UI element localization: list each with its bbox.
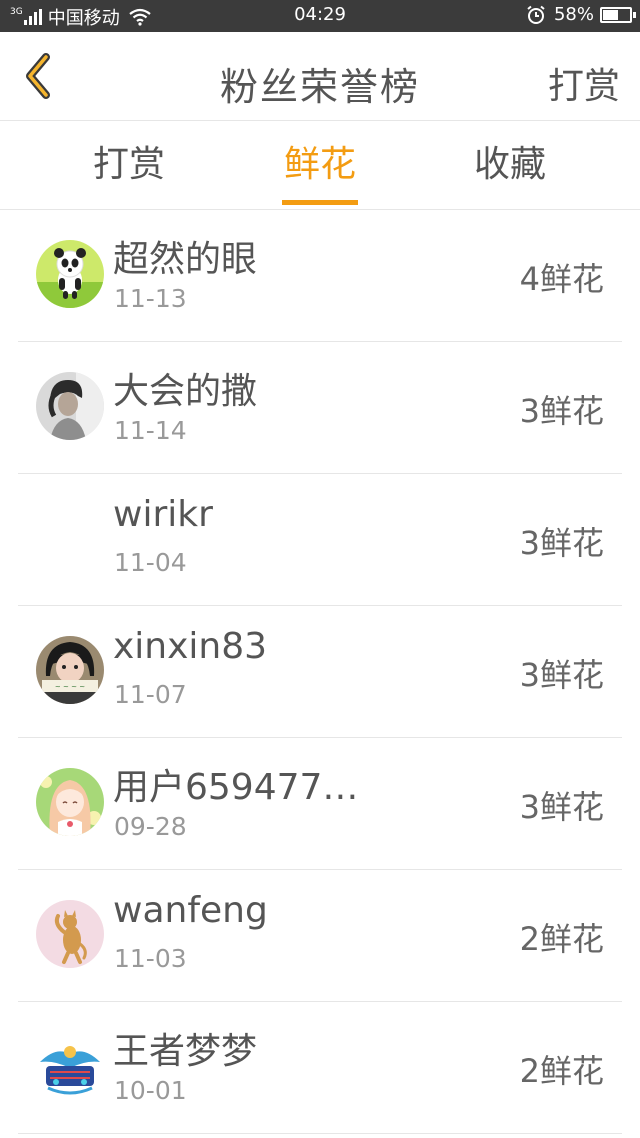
tab-favorites[interactable]: 收藏 [415, 121, 605, 209]
panda-avatar [36, 240, 104, 308]
list-item[interactable]: 王者梦梦 10-01 2鲜花 [18, 1002, 622, 1134]
anime-avatar [36, 768, 104, 836]
gift-date: 11-07 [114, 680, 187, 709]
tab-reward[interactable]: 打赏 [34, 121, 224, 209]
list-item[interactable]: 用户659477… 09-28 3鲜花 [18, 738, 622, 870]
fan-name: xinxin83 [113, 626, 268, 667]
active-tab-indicator [282, 200, 358, 205]
fan-list: 超然的眼 11-13 4鲜花 大会的撒 11-14 3鲜花 wirikr 11-… [0, 210, 640, 1134]
gift-date: 11-03 [114, 944, 187, 973]
svg-text:~ ~ ~ ~: ~ ~ ~ ~ [55, 683, 85, 691]
list-item[interactable]: wanfeng 11-03 2鲜花 [18, 870, 622, 1002]
flower-count: 3鲜花 [519, 392, 604, 430]
battery-percent: 58% [553, 4, 594, 25]
cat-avatar [36, 900, 104, 968]
fan-name: wirikr [113, 494, 213, 535]
battery-icon [600, 6, 636, 23]
fan-name: wanfeng [113, 890, 268, 931]
gift-date: 11-14 [114, 416, 187, 445]
list-item[interactable]: 大会的撒 11-14 3鲜花 [18, 342, 622, 474]
fan-name: 用户659477… [113, 767, 359, 808]
chevron-left-icon [26, 53, 50, 99]
gift-date: 10-01 [114, 1076, 187, 1105]
flower-count: 3鲜花 [519, 524, 604, 562]
flower-count: 3鲜花 [519, 656, 604, 694]
gift-date: 09-28 [114, 812, 187, 841]
page-title: 粉丝荣誉榜 [219, 65, 420, 109]
gift-date: 11-04 [114, 548, 187, 577]
fan-name: 超然的眼 [113, 239, 258, 280]
status-bar: 3G 中国移动 04:29 58% [0, 0, 640, 32]
fan-name: 大会的撒 [113, 371, 258, 412]
girl-avatar: ~ ~ ~ ~ [36, 636, 104, 704]
reward-button[interactable]: 打赏 [548, 57, 620, 109]
alarm-icon [527, 5, 545, 24]
list-item[interactable]: 超然的眼 11-13 4鲜花 [18, 210, 622, 342]
fan-name: 王者梦梦 [113, 1031, 258, 1072]
portrait-avatar [36, 372, 104, 440]
tab-flowers[interactable]: 鲜花 [225, 121, 415, 209]
tab-label: 打赏 [92, 144, 165, 185]
tab-bar: 打赏 鲜花 收藏 [0, 121, 640, 210]
gift-date: 11-13 [114, 284, 187, 313]
tab-label: 收藏 [473, 144, 546, 185]
list-item[interactable]: ~ ~ ~ ~ xinxin83 11-07 3鲜花 [18, 606, 622, 738]
flower-count: 2鲜花 [519, 920, 604, 958]
status-right: 58% [526, 4, 636, 25]
back-button[interactable] [8, 46, 68, 106]
game-avatar [36, 1032, 104, 1100]
flower-count: 4鲜花 [519, 260, 604, 298]
app-header: 粉丝荣誉榜 打赏 [0, 32, 640, 121]
list-item[interactable]: wirikr 11-04 3鲜花 [18, 474, 622, 606]
flower-count: 2鲜花 [519, 1052, 604, 1090]
flower-count: 3鲜花 [519, 788, 604, 826]
tab-label: 鲜花 [283, 144, 356, 185]
battery-tip [633, 11, 636, 18]
battery-fill [603, 9, 618, 20]
